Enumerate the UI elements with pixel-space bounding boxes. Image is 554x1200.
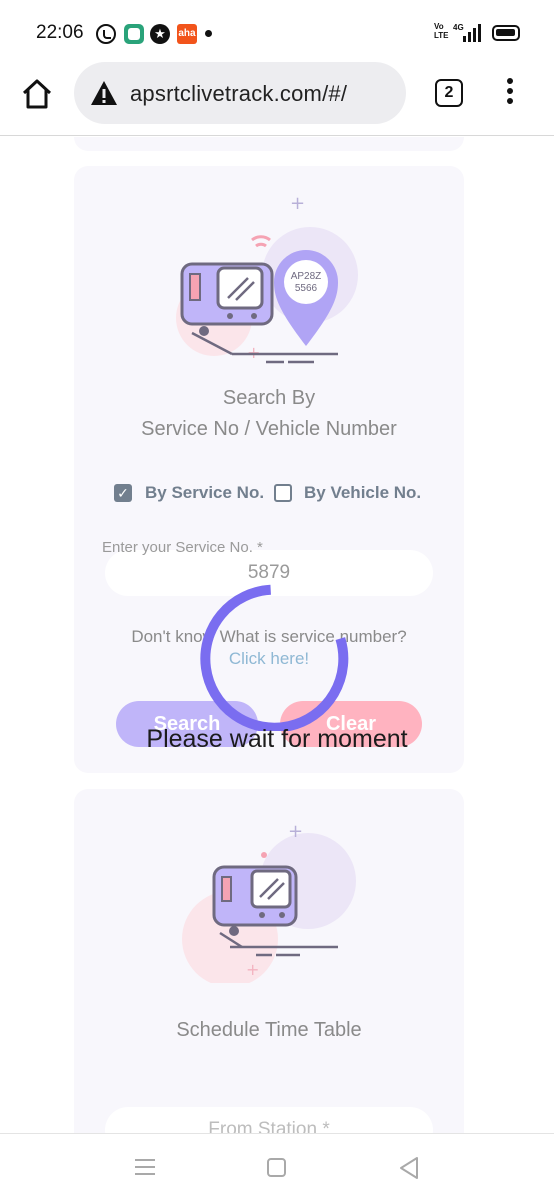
home-icon[interactable] bbox=[267, 1158, 286, 1177]
service-number-label: Enter your Service No. * bbox=[102, 539, 263, 556]
whatsapp-icon bbox=[96, 24, 116, 44]
bus-schedule-illustration: + + bbox=[182, 821, 356, 983]
service-no-label[interactable]: By Service No. bbox=[145, 483, 264, 503]
vehicle-no-label[interactable]: By Vehicle No. bbox=[304, 483, 421, 503]
aha-icon: aha bbox=[177, 24, 197, 44]
address-bar[interactable]: apsrtclivetrack.com/#/ bbox=[74, 62, 406, 124]
warning-icon[interactable] bbox=[90, 80, 118, 106]
home-icon[interactable] bbox=[20, 77, 54, 111]
from-station-input[interactable]: From Station * bbox=[105, 1107, 433, 1133]
plate-number-line2: 5566 bbox=[295, 283, 318, 294]
status-bar: 22:06 ★ aha Vo LTE 4G bbox=[0, 0, 554, 66]
loading-message: Please wait for moment bbox=[146, 725, 408, 753]
page-content: + + AP28Z 5566 Search By Service No / Ve… bbox=[0, 137, 554, 1133]
schedule-title: Schedule Time Table bbox=[176, 1019, 362, 1041]
battery-icon bbox=[492, 25, 520, 41]
schedule-card: + + Schedule Time Table From Station * bbox=[74, 789, 464, 1133]
status-time: 22:06 bbox=[36, 22, 84, 43]
recent-apps-icon[interactable] bbox=[135, 1159, 155, 1175]
app-icon bbox=[124, 24, 144, 44]
notification-dot bbox=[205, 30, 212, 37]
volte-icon: Vo LTE bbox=[434, 22, 449, 40]
search-title-line2: Service No / Vehicle Number bbox=[141, 418, 397, 440]
search-title-line1: Search By bbox=[222, 387, 316, 409]
previous-card bbox=[74, 137, 464, 151]
svg-text:+: + bbox=[246, 960, 259, 979]
network-type-label: 4G bbox=[453, 23, 464, 32]
svg-text:+: + bbox=[290, 193, 305, 214]
svg-text:+: + bbox=[247, 343, 260, 362]
vehicle-no-checkbox[interactable] bbox=[274, 484, 292, 502]
plate-number-line1: AP28Z bbox=[291, 271, 322, 282]
back-icon[interactable] bbox=[398, 1156, 420, 1180]
bus-tracking-illustration: + + AP28Z 5566 bbox=[176, 193, 358, 364]
svg-text:+: + bbox=[288, 821, 303, 842]
url-text[interactable]: apsrtclivetrack.com/#/ bbox=[130, 81, 347, 107]
browser-toolbar: apsrtclivetrack.com/#/ 2 bbox=[0, 60, 554, 136]
system-nav-bar bbox=[0, 1133, 554, 1200]
overflow-menu-icon[interactable] bbox=[502, 78, 518, 108]
star-icon: ★ bbox=[150, 24, 170, 44]
signal-icon: 4G bbox=[453, 23, 481, 42]
service-no-checkbox[interactable]: ✓ bbox=[114, 484, 132, 502]
loading-spinner bbox=[200, 584, 349, 731]
tabs-icon[interactable]: 2 bbox=[435, 79, 463, 107]
